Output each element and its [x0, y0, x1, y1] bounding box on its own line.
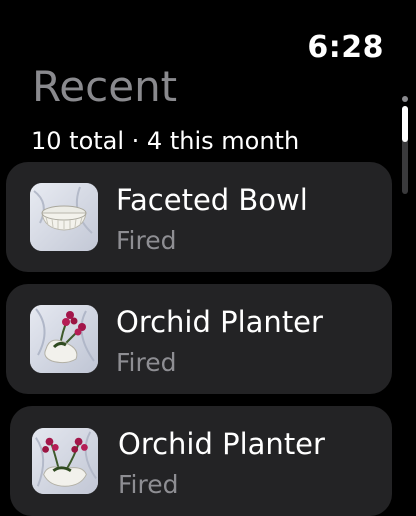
list-item[interactable]: Orchid Planter Fired [6, 284, 392, 394]
list-item-status: Fired [116, 348, 177, 377]
status-time: 6:28 [307, 30, 384, 65]
list-item-title: Orchid Planter [118, 427, 325, 461]
orchid-planter-photo-image [30, 305, 98, 373]
page-title: Recent [32, 62, 178, 111]
list-item-status: Fired [116, 226, 177, 255]
scroll-indicator[interactable] [400, 96, 410, 196]
list-item[interactable]: Orchid Planter Fired [10, 406, 392, 516]
orchid-planter-photo-image [32, 428, 98, 494]
orchid-planter-photo-thumbnail [32, 428, 98, 494]
scroll-thumb[interactable] [402, 106, 408, 142]
bowl-photo-image [30, 183, 98, 251]
summary-text: 10 total · 4 this month [31, 127, 300, 155]
list-item-title: Orchid Planter [116, 305, 323, 339]
scroll-indicator-dot [402, 96, 408, 102]
list-item[interactable]: Faceted Bowl Fired [6, 162, 392, 272]
orchid-planter-photo-thumbnail [30, 305, 98, 373]
list-item-title: Faceted Bowl [116, 183, 308, 217]
list-item-status: Fired [118, 470, 179, 499]
bowl-photo-thumbnail [30, 183, 98, 251]
